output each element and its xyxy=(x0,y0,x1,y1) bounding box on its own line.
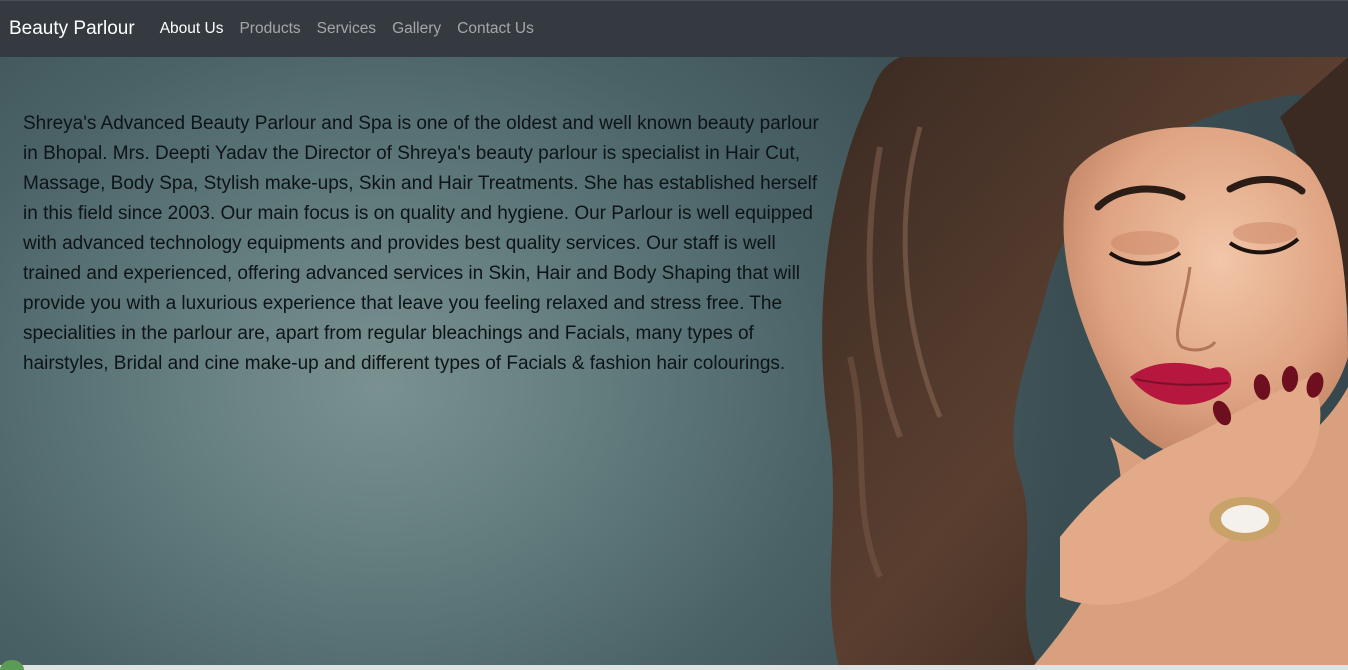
navbar: Beauty Parlour About Us Products Service… xyxy=(0,0,1348,57)
nav-menu: About Us Products Services Gallery Conta… xyxy=(152,20,542,38)
nav-link-contact-us[interactable]: Contact Us xyxy=(449,20,542,38)
about-description: Shreya's Advanced Beauty Parlour and Spa… xyxy=(23,113,819,374)
brand-link[interactable]: Beauty Parlour xyxy=(9,18,135,40)
nav-link-gallery[interactable]: Gallery xyxy=(384,20,449,38)
model-portrait-image xyxy=(810,57,1348,670)
nav-link-about-us[interactable]: About Us xyxy=(152,20,232,38)
nav-link-services[interactable]: Services xyxy=(309,20,384,38)
nav-link-products[interactable]: Products xyxy=(231,20,308,38)
about-hero-section: Shreya's Advanced Beauty Parlour and Spa… xyxy=(0,57,1348,670)
bottom-strip xyxy=(0,665,1348,670)
